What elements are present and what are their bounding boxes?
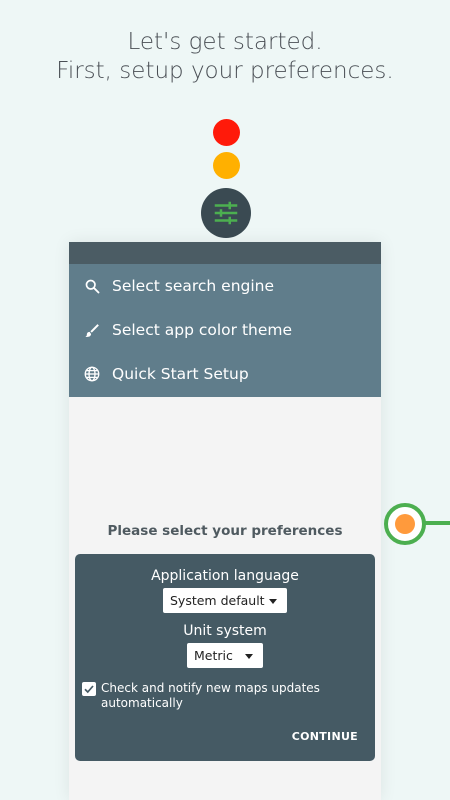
menu-item-quick-start[interactable]: Quick Start Setup bbox=[69, 352, 381, 396]
progress-connector-line bbox=[424, 521, 450, 525]
sliders-icon bbox=[214, 201, 238, 225]
preferences-card: Application language System default Unit… bbox=[75, 554, 375, 761]
dropdown-caret-icon bbox=[245, 654, 253, 659]
preferences-prompt: Please select your preferences bbox=[107, 523, 343, 539]
menu-item-label: Quick Start Setup bbox=[112, 365, 249, 383]
globe-icon bbox=[82, 364, 102, 384]
menu-item-label: Select search engine bbox=[112, 277, 275, 295]
amber-indicator-dot bbox=[213, 152, 240, 179]
checkmark-icon bbox=[84, 685, 94, 694]
menu-item-color-theme[interactable]: Select app color theme bbox=[69, 308, 381, 352]
intro-line-1: Let's get started. bbox=[127, 29, 323, 55]
progress-step-core bbox=[395, 514, 415, 534]
language-label: Application language bbox=[151, 568, 299, 584]
unit-label: Unit system bbox=[183, 623, 267, 639]
red-indicator-dot bbox=[213, 119, 240, 146]
language-select-value: System default bbox=[170, 593, 265, 608]
intro-heading: Let's get started. First, setup your pre… bbox=[0, 28, 450, 86]
setup-menu: Select search engine Select app color th… bbox=[69, 264, 381, 397]
settings-badge bbox=[201, 188, 251, 238]
phone-status-bar bbox=[69, 242, 381, 264]
continue-button[interactable]: CONTINUE bbox=[292, 730, 358, 743]
progress-step-node bbox=[384, 503, 426, 545]
intro-line-2: First, setup your preferences. bbox=[56, 58, 394, 84]
unit-select[interactable]: Metric bbox=[187, 643, 263, 668]
unit-select-value: Metric bbox=[194, 648, 233, 663]
notify-updates-label: Check and notify new maps updates automa… bbox=[101, 681, 320, 710]
brush-icon bbox=[82, 320, 102, 340]
phone-mockup: Select search engine Select app color th… bbox=[69, 242, 381, 800]
dropdown-caret-icon bbox=[269, 599, 277, 604]
menu-item-search-engine[interactable]: Select search engine bbox=[69, 264, 381, 308]
language-select[interactable]: System default bbox=[163, 588, 287, 613]
notify-updates-row: Check and notify new maps updates automa… bbox=[82, 681, 352, 711]
search-icon bbox=[82, 276, 102, 296]
menu-item-label: Select app color theme bbox=[112, 321, 293, 339]
notify-updates-checkbox[interactable] bbox=[82, 682, 96, 696]
